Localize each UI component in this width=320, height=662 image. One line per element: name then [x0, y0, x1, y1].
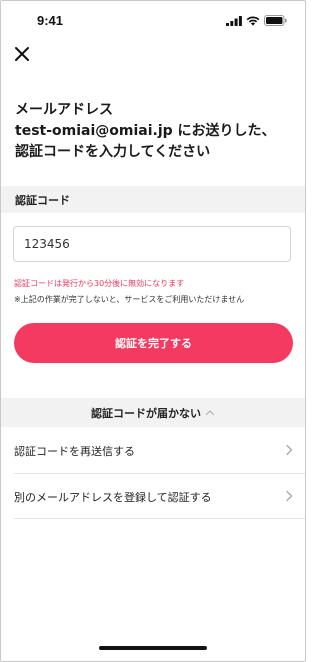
app-screen: 9:41 メールアドレス test-omiai@omiai.jp にお送りした、…: [0, 0, 306, 662]
code-section-header: 認証コード: [1, 186, 305, 213]
home-indicator: [99, 646, 207, 650]
complete-verification-label: 認証を完了する: [115, 337, 192, 350]
page-title: メールアドレス test-omiai@omiai.jp にお送りした、 認証コー…: [15, 100, 295, 163]
resend-code-label: 認証コードを再送信する: [14, 445, 135, 458]
chevron-right-icon: [286, 490, 293, 502]
code-not-received-toggle[interactable]: 認証コードが届かない: [1, 398, 305, 427]
completion-notice-text: ※上記の作業が完了しないと、サービスをご利用いただけません: [14, 295, 245, 304]
status-bar: 9:41: [1, 1, 305, 37]
battery-icon: [264, 15, 287, 26]
register-other-email-label: 別のメールアドレスを登録して認証する: [14, 491, 212, 504]
title-line-2: test-omiai@omiai.jp にお送りした、: [15, 123, 276, 139]
expiry-warning-text: 認証コードは発行から30分後に無効になります: [14, 279, 185, 288]
close-icon: [15, 47, 29, 61]
chevron-up-icon: [205, 410, 215, 416]
list-divider: [14, 518, 305, 519]
complete-verification-button[interactable]: 認証を完了する: [14, 323, 293, 363]
status-time: 9:41: [37, 13, 64, 28]
title-line-1: メールアドレス: [15, 102, 113, 118]
register-other-email-item[interactable]: 別のメールアドレスを登録して認証する: [1, 474, 305, 519]
code-not-received-label: 認証コードが届かない: [91, 406, 201, 420]
code-section-label: 認証コード: [15, 194, 70, 207]
resend-code-item[interactable]: 認証コードを再送信する: [1, 428, 305, 473]
close-button[interactable]: [11, 43, 33, 65]
signal-icon: [226, 15, 242, 26]
verification-code-input[interactable]: [13, 226, 291, 262]
wifi-icon: [246, 16, 260, 26]
chevron-right-icon: [286, 444, 293, 456]
status-icons: [226, 15, 287, 26]
title-line-3: 認証コードを入力してください: [15, 144, 211, 160]
